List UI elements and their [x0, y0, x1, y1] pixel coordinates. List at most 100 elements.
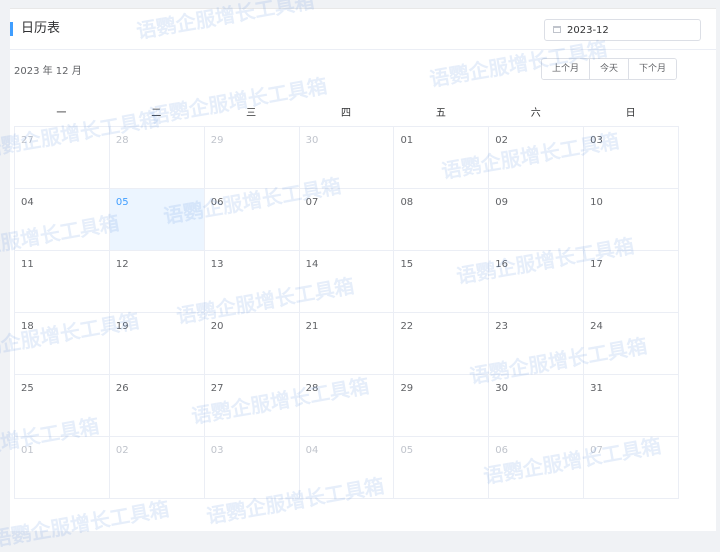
calendar-week-row: 04 05 06 07 08 09 10 [15, 189, 680, 251]
today-button[interactable]: 今天 [590, 59, 630, 79]
calendar-day-cell[interactable]: 01 [15, 437, 110, 499]
day-number: 27 [210, 383, 224, 394]
day-number: 03 [210, 445, 224, 456]
day-number: 22 [400, 321, 414, 332]
calendar-day-cell[interactable]: 22 [394, 313, 490, 375]
day-number: 31 [590, 383, 603, 394]
day-number: 15 [400, 259, 414, 270]
day-number: 08 [400, 197, 414, 208]
calendar-day-cell[interactable]: 07 [299, 189, 395, 251]
calendar-day-cell[interactable]: 28 [299, 375, 395, 437]
weekday-label: 六 [530, 108, 541, 119]
calendar-day-cell[interactable]: 13 [204, 251, 300, 313]
day-number: 01 [400, 135, 414, 146]
day-number: 25 [21, 383, 34, 394]
weekday-label: 二 [151, 108, 162, 119]
calendar-day-cell[interactable]: 29 [204, 127, 300, 189]
day-number: 04 [21, 197, 34, 208]
calendar-day-cell[interactable]: 30 [489, 375, 585, 437]
calendar-week-row: 18 19 20 21 22 23 24 [15, 313, 680, 375]
calendar-day-cell[interactable]: 04 [15, 189, 110, 251]
calendar-day-cell[interactable]: 27 [15, 127, 110, 189]
calendar-week-row: 25 26 27 28 29 30 31 [15, 375, 680, 437]
weekday-label: 日 [625, 108, 636, 119]
calendar-day-cell[interactable]: 20 [204, 313, 300, 375]
calendar-week-row: 27 28 29 30 01 02 03 [15, 127, 680, 189]
weekday-label: 五 [435, 108, 446, 119]
day-number: 21 [305, 321, 319, 332]
calendar-day-cell[interactable]: 16 [489, 251, 585, 313]
day-number: 20 [210, 321, 224, 332]
calendar-day-cell[interactable]: 04 [299, 437, 395, 499]
day-number: 24 [590, 321, 603, 332]
month-nav-buttons: 上个月 今天 下个月 [541, 58, 678, 80]
calendar-day-cell[interactable]: 19 [109, 313, 205, 375]
calendar-day-cell[interactable]: 03 [584, 127, 680, 189]
day-number: 10 [590, 197, 603, 208]
calendar-day-cell[interactable]: 17 [584, 251, 680, 313]
prev-month-button[interactable]: 上个月 [542, 59, 591, 79]
day-number: 14 [305, 259, 319, 270]
calendar-day-cell[interactable]: 06 [204, 189, 300, 251]
calendar-day-cell[interactable]: 07 [584, 437, 680, 499]
day-number: 02 [495, 135, 509, 146]
calendar-day-cell[interactable]: 01 [394, 127, 490, 189]
calendar-day-cell[interactable]: 24 [584, 313, 680, 375]
weekday-label: 四 [341, 108, 351, 119]
calendar-day-cell[interactable]: 23 [489, 313, 585, 375]
calendar-day-cell[interactable]: 12 [109, 251, 205, 313]
day-number: 06 [495, 445, 509, 456]
day-number: 30 [305, 135, 319, 146]
day-number: 16 [495, 259, 509, 270]
calendar-day-cell[interactable]: 29 [394, 375, 490, 437]
next-month-button[interactable]: 下个月 [629, 59, 677, 79]
weekday-label: 一 [56, 108, 67, 119]
calendar-day-cell[interactable]: 03 [204, 437, 300, 499]
calendar-day-cell[interactable]: 25 [15, 375, 110, 437]
calendar-day-cell[interactable]: 31 [584, 375, 680, 437]
calendar-day-cell[interactable]: 26 [109, 375, 205, 437]
calendar-day-cell[interactable]: 05 [394, 437, 490, 499]
calendar-day-cell-selected[interactable]: 05 [109, 189, 205, 251]
calendar-day-cell[interactable]: 27 [204, 375, 300, 437]
day-number: 29 [210, 135, 224, 146]
day-number: 12 [115, 259, 129, 270]
calendar-day-cell[interactable]: 18 [15, 313, 110, 375]
day-number: 29 [400, 383, 414, 394]
day-number: 28 [115, 135, 129, 146]
calendar-day-cell[interactable]: 10 [584, 189, 680, 251]
weekday-label: 三 [246, 108, 257, 119]
page-title: 日历表 [10, 22, 60, 36]
day-number: 23 [495, 321, 509, 332]
day-number: 06 [210, 197, 224, 208]
day-number: 09 [495, 197, 509, 208]
calendar-icon [553, 26, 561, 33]
calendar-day-cell[interactable]: 02 [109, 437, 205, 499]
calendar-day-cell[interactable]: 30 [299, 127, 395, 189]
card-header: 日历表 2023-12 [10, 9, 716, 50]
calendar-day-cell[interactable]: 15 [394, 251, 490, 313]
day-number: 28 [305, 383, 319, 394]
calendar-day-cell[interactable]: 02 [489, 127, 585, 189]
weekday-header: 一 二 三 四 五 六 日 [14, 104, 678, 119]
calendar-day-cell[interactable]: 21 [299, 313, 395, 375]
day-number: 18 [21, 321, 34, 332]
day-number: 07 [590, 445, 603, 456]
calendar-grid: 27 28 29 30 01 02 03 04 05 06 07 08 09 10 11 12 13 14 15 16… [14, 126, 680, 499]
calendar-day-cell[interactable]: 14 [299, 251, 395, 313]
day-number: 11 [21, 259, 34, 270]
day-number: 02 [115, 445, 129, 456]
day-number: 04 [305, 445, 319, 456]
calendar-day-cell[interactable]: 11 [15, 251, 110, 313]
calendar-day-cell[interactable]: 09 [489, 189, 585, 251]
day-number: 07 [305, 197, 319, 208]
calendar-day-cell[interactable]: 06 [489, 437, 585, 499]
calendar-day-cell[interactable]: 28 [109, 127, 205, 189]
calendar-day-cell[interactable]: 08 [394, 189, 490, 251]
day-number: 03 [590, 135, 603, 146]
day-number: 17 [590, 259, 603, 270]
calendar-week-row: 11 12 13 14 15 16 17 [15, 251, 680, 313]
day-number: 30 [495, 383, 509, 394]
month-picker[interactable]: 2023-12 [544, 19, 701, 41]
calendar-week-row: 01 02 03 04 05 06 07 [15, 437, 680, 499]
